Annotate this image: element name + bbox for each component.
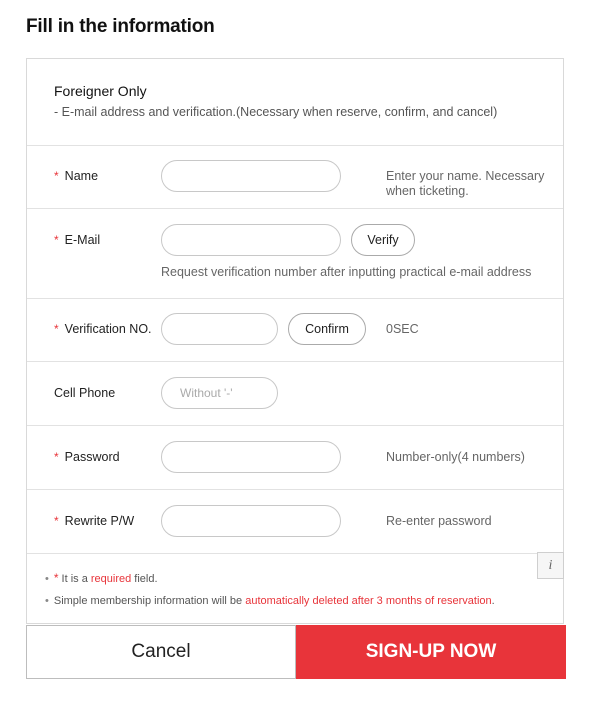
verify-button[interactable]: Verify [351,224,415,256]
page-title: Fill in the information [26,16,215,37]
name-input[interactable] [161,160,341,192]
email-hint: Request verification number after inputt… [161,265,532,279]
required-mark: * [54,322,59,336]
signup-button[interactable]: SIGN-UP NOW [296,625,566,679]
name-hint: Enter your name. Necessary when ticketin… [386,169,545,198]
required-mark: * [54,450,59,464]
rewrite-password-hint: Re-enter password [386,514,492,528]
verification-input[interactable] [161,313,278,345]
cell-phone-input[interactable] [161,377,278,409]
required-mark: * [54,233,59,247]
intro-title: Foreigner Only [54,83,147,99]
intro-description: - E-mail address and verification.(Neces… [54,105,498,119]
name-row: * Name Enter your name. Necessary when ti… [27,145,563,209]
cell-phone-row: Cell Phone [27,361,563,426]
rewrite-password-input[interactable] [161,505,341,537]
verification-timer: 0SEC [386,322,419,336]
info-icon[interactable]: i [537,552,564,579]
rewrite-password-row: * Rewrite P/W Re-enter password [27,489,563,554]
membership-note: • Simple membership information will be a… [45,595,495,607]
notes-section: • * It is a required field. • Simple member… [27,552,564,625]
email-row: * E-Mail Verify Request verification numb… [27,208,563,299]
email-input[interactable] [161,224,341,256]
password-row: * Password Number-only(4 numbers) [27,425,563,490]
email-label: * E-Mail [54,233,101,247]
password-label: * Password [54,450,120,464]
verification-row: * Verification NO. Confirm 0SEC [27,298,563,362]
signup-form: Foreigner Only - E-mail address and veri… [26,58,564,624]
required-mark: * [54,514,59,528]
name-label: * Name [54,169,99,183]
cancel-button[interactable]: Cancel [26,625,296,679]
cell-phone-label: Cell Phone [54,386,116,400]
required-note: • * It is a required field. [45,571,158,585]
verification-label: * Verification NO. [54,322,152,336]
password-hint: Number-only(4 numbers) [386,450,525,464]
required-mark: * [54,169,59,183]
intro-section: Foreigner Only - E-mail address and veri… [27,59,563,146]
confirm-button[interactable]: Confirm [288,313,366,345]
password-input[interactable] [161,441,341,473]
rewrite-password-label: * Rewrite P/W [54,514,135,528]
